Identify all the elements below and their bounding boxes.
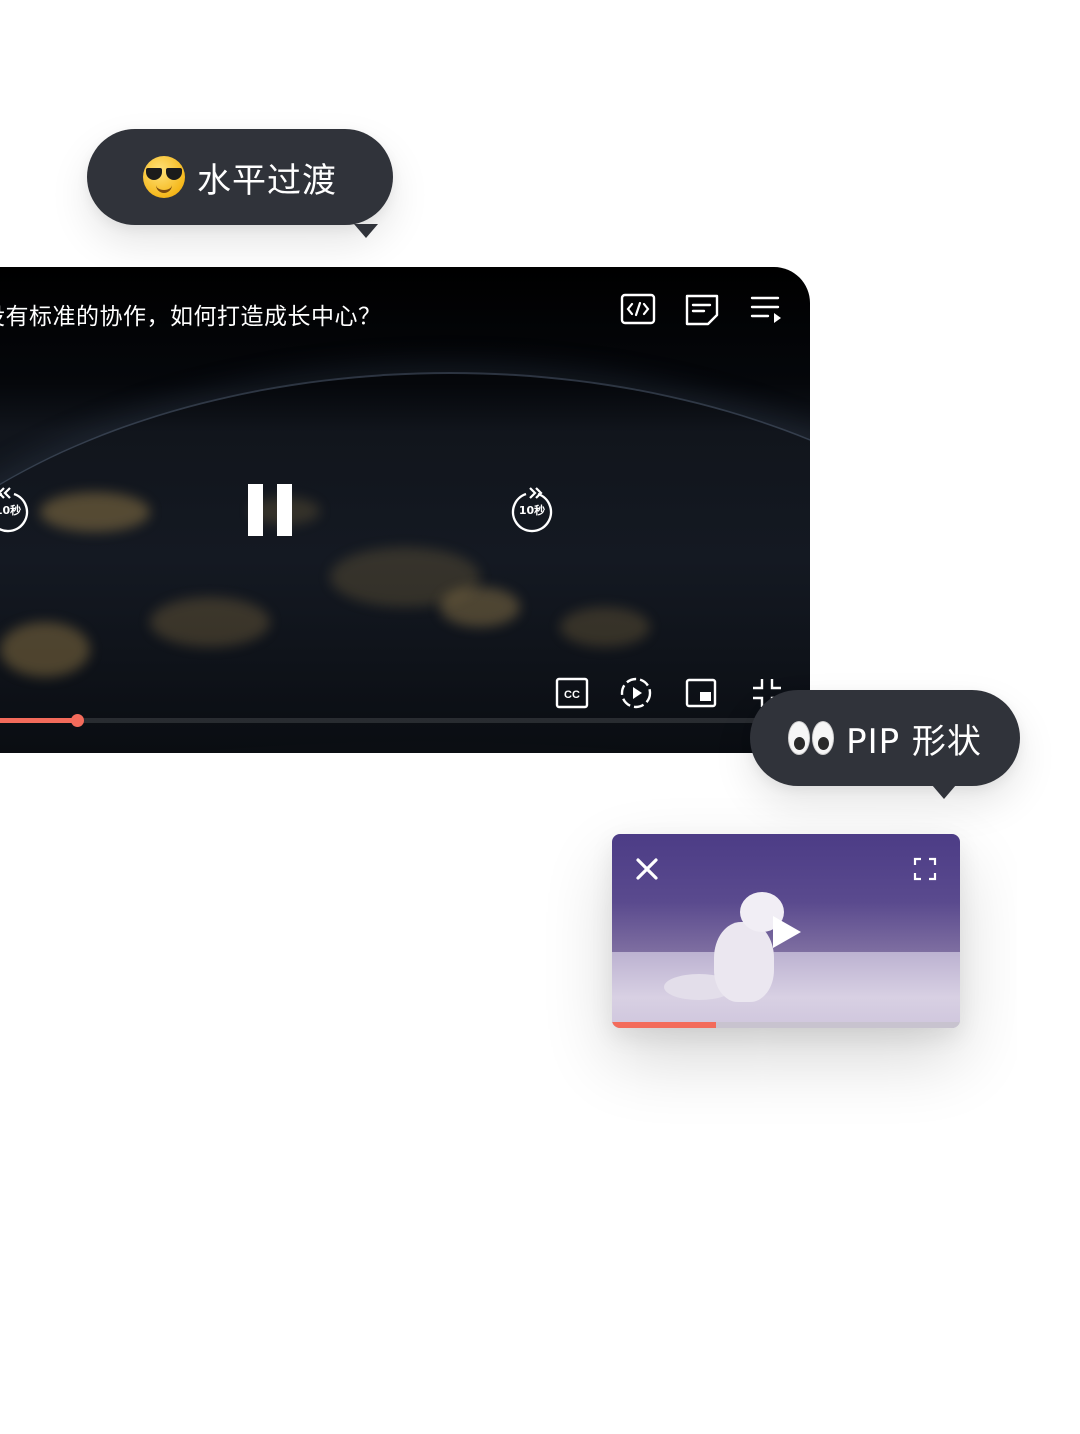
arctic-fox — [714, 922, 774, 1002]
embed-code-icon[interactable] — [620, 293, 658, 327]
callout-horizontal-transition: 水平过渡 — [87, 129, 393, 238]
progress-handle[interactable] — [70, 714, 84, 727]
skip-forward-button[interactable]: 10秒 — [508, 487, 556, 535]
picture-in-picture-icon[interactable] — [684, 676, 718, 710]
callout-pip-shape-label: PIP 形状 — [846, 721, 982, 762]
close-icon[interactable] — [634, 856, 660, 882]
callout-pip-shape: PIP 形状 — [750, 690, 1020, 799]
skip-forward-label: 10秒 — [518, 504, 546, 517]
closed-captions-icon[interactable]: CC — [555, 676, 589, 710]
playlist-icon[interactable] — [750, 293, 788, 327]
svg-text:CC: CC — [564, 689, 580, 701]
progress-fill — [0, 718, 77, 723]
notes-icon[interactable] — [684, 293, 722, 327]
autoplay-icon[interactable] — [619, 676, 653, 710]
play-icon[interactable] — [769, 914, 803, 950]
pip-window[interactable] — [612, 834, 960, 1028]
callout-horizontal-transition-label: 水平过渡 — [197, 160, 337, 201]
pip-progress-fill — [612, 1022, 717, 1028]
video-player[interactable]: 没有标准的协作，如何打造成长中心？ 10秒 10秒 CC — [0, 267, 810, 753]
skip-back-label: 10秒 — [0, 504, 22, 517]
expand-icon[interactable] — [912, 856, 938, 882]
pip-progress-bar[interactable] — [612, 1022, 960, 1028]
skip-back-button[interactable]: 10秒 — [0, 487, 32, 535]
sunglasses-emoji-icon — [143, 156, 185, 198]
eyes-emoji-icon — [788, 721, 835, 755]
video-title: 没有标准的协作，如何打造成长中心？ — [0, 304, 382, 330]
progress-bar[interactable] — [0, 714, 810, 727]
pause-button[interactable] — [248, 484, 292, 536]
